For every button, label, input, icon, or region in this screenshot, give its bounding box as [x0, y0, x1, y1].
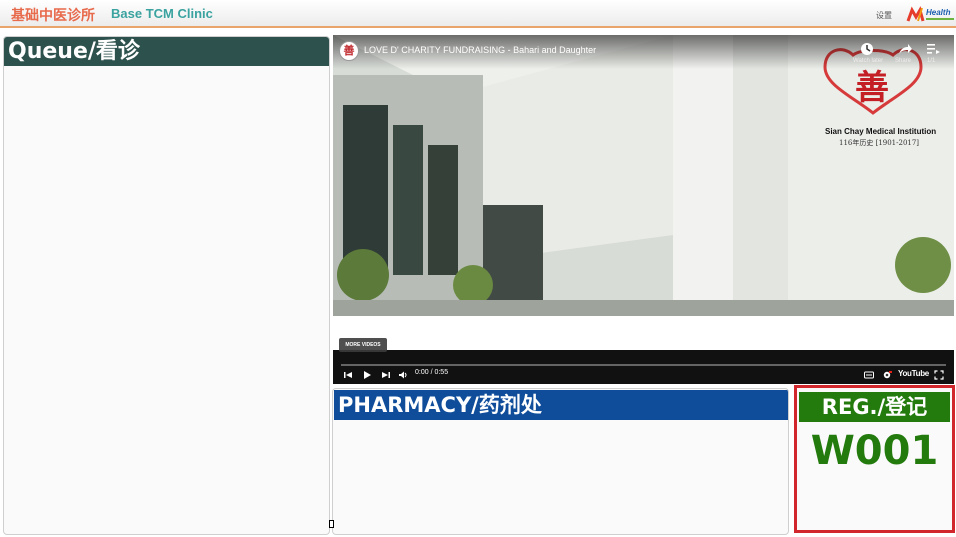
more-videos-button[interactable]: MORE VIDEOS [339, 338, 387, 352]
previous-icon[interactable] [343, 370, 353, 380]
video-time: 0:00 / 0:55 [415, 369, 449, 376]
settings-gear-icon[interactable] [882, 370, 892, 380]
share-label: Share [895, 58, 912, 64]
brand-name-chinese: 基础中医诊所 [11, 8, 95, 24]
registration-panel-title: REG./登记 [799, 392, 950, 422]
pharmacy-panel: PHARMACY/药剂处 [332, 388, 789, 535]
playlist-label: 1/1 [927, 58, 936, 64]
institution-name: Sian Chay Medical Institution [825, 127, 937, 136]
queue-panel: Queue/看诊 [3, 36, 330, 535]
top-header-bar: 基础中医诊所 Base TCM Clinic 设置 Health [0, 0, 956, 28]
current-registration-number: W001 [810, 428, 939, 474]
registration-panel: REG./登记 W001 [794, 385, 955, 533]
playlist-icon[interactable] [925, 41, 941, 57]
watch-later-icon[interactable] [859, 41, 875, 57]
share-icon[interactable] [897, 41, 913, 57]
resize-handle[interactable] [329, 520, 334, 528]
mhealth-logo: Health [906, 6, 954, 22]
channel-avatar[interactable]: 善 [339, 41, 359, 61]
pharmacy-panel-title: PHARMACY/药剂处 [334, 390, 788, 420]
video-frame-scene: 善 [333, 35, 954, 316]
video-white-band [333, 316, 954, 350]
video-controls: 0:00 / 0:55 YouTube [333, 366, 954, 384]
subtitles-icon[interactable] [864, 370, 874, 380]
video-player[interactable]: 善 善 LOVE D' CHARITY FUNDRAISING - Bahari… [333, 35, 954, 384]
video-title[interactable]: LOVE D' CHARITY FUNDRAISING - Bahari and… [364, 45, 596, 55]
brand-name-english: Base TCM Clinic [111, 6, 213, 21]
settings-link[interactable]: 设置 [876, 10, 892, 21]
queue-panel-title: Queue/看诊 [4, 37, 329, 66]
fullscreen-icon[interactable] [934, 370, 944, 380]
watch-later-label: Watch later [853, 58, 884, 64]
svg-text:善: 善 [855, 68, 889, 108]
next-icon[interactable] [381, 370, 391, 380]
svg-text:Health: Health [926, 8, 951, 17]
play-icon[interactable] [362, 370, 372, 380]
volume-icon[interactable] [398, 370, 408, 380]
youtube-logo[interactable]: YouTube [898, 369, 929, 378]
institution-years: 116年历史 [1901-2017] [839, 139, 920, 147]
